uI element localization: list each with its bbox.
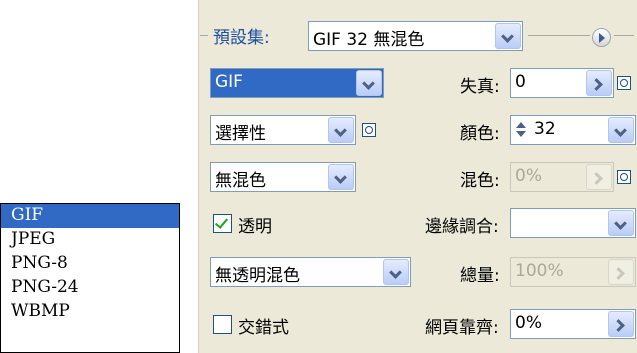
preset-divider-end — [614, 35, 634, 36]
dither-input: 0% — [510, 162, 614, 192]
matte-select[interactable] — [510, 208, 636, 238]
lossy-input[interactable]: 0 — [510, 68, 614, 98]
amount-label: 總量: — [460, 266, 500, 286]
chevron-down-icon[interactable] — [608, 117, 634, 143]
chevron-down-icon[interactable] — [328, 164, 354, 190]
dropdown-option-wbmp[interactable]: WBMP — [1, 300, 179, 324]
reduction-value: 選擇性 — [215, 124, 266, 144]
interlaced-checkbox[interactable] — [213, 315, 232, 334]
colors-value: 32 — [534, 119, 556, 139]
chevron-down-icon[interactable] — [608, 210, 634, 236]
reduction-select[interactable]: 選擇性 — [210, 115, 356, 145]
spinner-icon[interactable] — [514, 122, 528, 138]
web-snap-input[interactable]: 0% — [510, 309, 636, 339]
dither-method-value: 無混色 — [215, 171, 266, 191]
amount-input: 100% — [510, 257, 636, 287]
preset-select[interactable]: GIF 32 無混色 — [308, 21, 523, 51]
chevron-right-icon[interactable] — [608, 311, 634, 337]
format-dropdown-list[interactable]: GIF JPEG PNG-8 PNG-24 WBMP — [0, 203, 180, 353]
chevron-down-icon[interactable] — [495, 23, 521, 49]
interlaced-label: 交錯式 — [238, 318, 289, 338]
chevron-right-icon — [608, 259, 634, 285]
dither-method-select[interactable]: 無混色 — [210, 162, 356, 192]
transparency-dither-value: 無透明混色 — [215, 266, 300, 286]
transparency-dither-select[interactable]: 無透明混色 — [210, 257, 411, 287]
optimize-variables-icon[interactable] — [617, 170, 631, 184]
lossy-value: 0 — [515, 72, 526, 92]
dither-value: 0% — [515, 166, 542, 186]
dropdown-option-jpeg[interactable]: JPEG — [1, 228, 179, 252]
dropdown-option-png-24[interactable]: PNG-24 — [1, 276, 179, 300]
colors-label: 顏色: — [460, 124, 500, 144]
dither-label: 混色: — [460, 171, 500, 191]
chevron-right-icon — [586, 164, 612, 190]
transparency-label: 透明 — [238, 217, 272, 237]
preset-divider-right — [528, 35, 590, 36]
chevron-right-icon[interactable] — [586, 70, 612, 96]
transparency-checkbox[interactable] — [213, 214, 232, 233]
amount-value: 100% — [515, 261, 564, 281]
format-select[interactable]: GIF — [210, 68, 384, 98]
chevron-down-icon[interactable] — [356, 70, 382, 96]
preset-value: GIF 32 無混色 — [313, 30, 425, 50]
matte-label: 邊緣調合: — [425, 217, 499, 237]
optimize-variables-icon[interactable] — [362, 123, 376, 137]
web-snap-label: 網頁靠齊: — [425, 318, 499, 338]
web-snap-value: 0% — [515, 313, 542, 333]
colors-select[interactable]: 32 — [510, 115, 636, 145]
dropdown-option-png-8[interactable]: PNG-8 — [1, 252, 179, 276]
panel-menu-button[interactable] — [592, 28, 611, 47]
chevron-down-icon[interactable] — [383, 259, 409, 285]
preset-divider-left — [200, 35, 208, 36]
dropdown-option-gif[interactable]: GIF — [1, 204, 179, 228]
lossy-label: 失真: — [460, 77, 500, 97]
optimize-variables-icon[interactable] — [617, 76, 631, 90]
chevron-down-icon[interactable] — [328, 117, 354, 143]
preset-label: 預設集: — [213, 28, 270, 48]
